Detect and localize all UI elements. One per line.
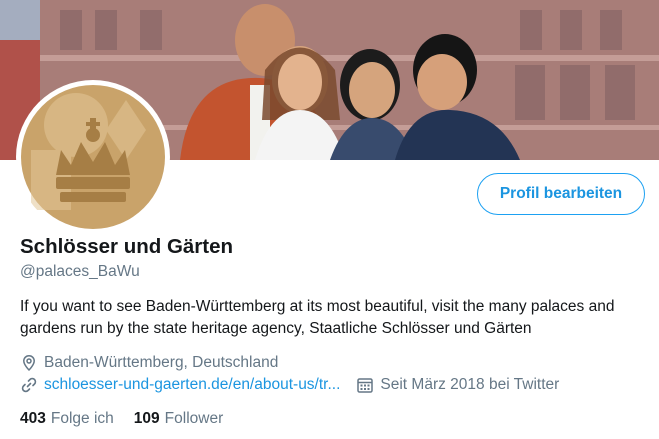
location-text: Baden-Württemberg, Deutschland bbox=[44, 354, 279, 371]
profile-handle: @palaces_BaWu bbox=[20, 263, 140, 280]
profile-location: Baden-Württemberg, Deutschland bbox=[20, 352, 278, 374]
edit-profile-button[interactable]: Profil bearbeiten bbox=[477, 173, 645, 215]
followers-label: Follower bbox=[164, 410, 224, 427]
profile-stats: 403 Folge ich 109 Follower bbox=[20, 410, 223, 428]
profile-bio: If you want to see Baden-Württemberg at … bbox=[20, 298, 615, 337]
following-count: 403 bbox=[20, 410, 46, 427]
link-icon bbox=[20, 376, 38, 394]
profile-avatar[interactable] bbox=[16, 80, 170, 234]
crown-logo-image bbox=[21, 85, 165, 229]
profile-website-link[interactable]: schloesser-und-gaerten.de/en/about-us/tr… bbox=[44, 376, 340, 394]
followers-count: 109 bbox=[133, 410, 160, 427]
profile-meta-row: schloesser-und-gaerten.de/en/about-us/tr… bbox=[20, 374, 559, 396]
following-label: Folge ich bbox=[50, 410, 114, 427]
profile-name: Schlösser und Gärten bbox=[20, 235, 234, 258]
profile-joined-date: Seit März 2018 bei Twitter bbox=[356, 376, 559, 394]
map-pin-icon bbox=[20, 354, 38, 372]
calendar-icon bbox=[356, 376, 374, 394]
following-count-link[interactable]: 403 Folge ich bbox=[20, 410, 114, 428]
joined-text: Seit März 2018 bei Twitter bbox=[380, 376, 560, 393]
followers-count-link[interactable]: 109 Follower bbox=[134, 410, 223, 428]
